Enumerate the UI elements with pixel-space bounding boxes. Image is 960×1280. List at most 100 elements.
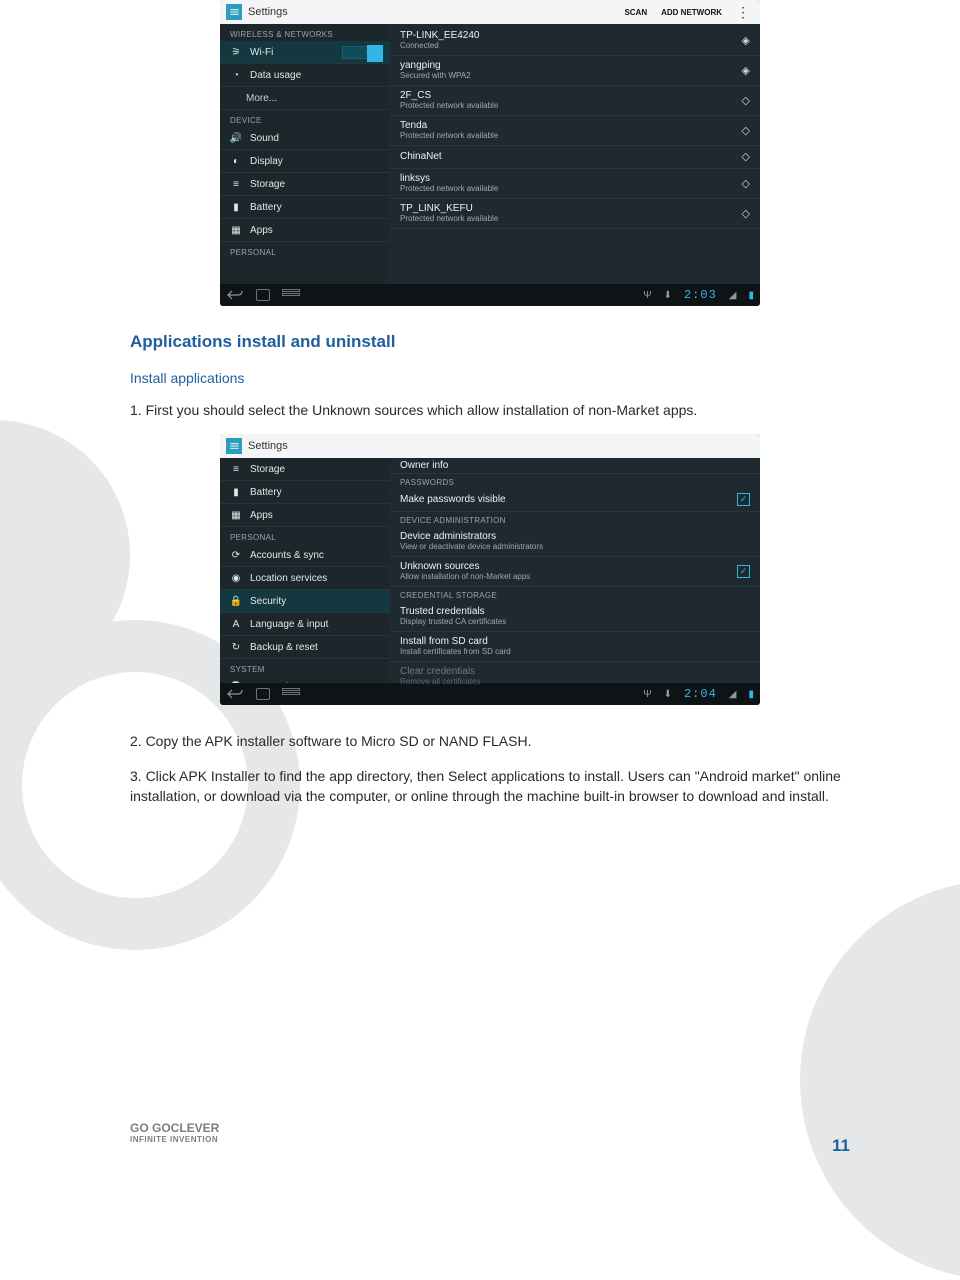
sidebar-item-label: Storage <box>250 464 285 475</box>
sidebar-item-accounts[interactable]: ⟳Accounts & sync <box>220 544 390 567</box>
sidebar-item-display[interactable]: ◐ Display <box>220 150 390 173</box>
wifi-signal-lock-icon: ◇ <box>742 124 750 137</box>
recent-apps-button[interactable] <box>282 688 300 700</box>
sidebar-item-label: More... <box>246 93 277 104</box>
usb-status-icon: Ψ <box>643 689 651 700</box>
battery-icon: ▮ <box>230 202 242 213</box>
sidebar-item-label: Battery <box>250 487 282 498</box>
battery-icon: ▮ <box>230 487 242 498</box>
add-network-button[interactable]: ADD NETWORK <box>657 8 726 17</box>
sidebar-item-location[interactable]: ◉ Location services <box>220 567 390 590</box>
android-navbar: Ψ ⬇ 2:03 ◢ ▮ <box>220 284 760 306</box>
sidebar-item-apps[interactable]: ▦Apps <box>220 219 390 242</box>
sidebar-item-wifi[interactable]: ⚞ Wi-Fi ON <box>220 41 390 64</box>
doc-subheading: Install applications <box>130 370 850 386</box>
setting-row-trusted-cred[interactable]: Trusted credentialsDisplay trusted CA ce… <box>390 602 760 632</box>
sync-icon: ⟳ <box>230 550 242 561</box>
setting-row-owner-info[interactable]: Owner info <box>390 460 760 474</box>
sidebar-item-language[interactable]: A Language & input <box>220 613 390 636</box>
back-button[interactable] <box>226 688 244 700</box>
wifi-network-row[interactable]: TP_LINK_KEFUProtected network available◇ <box>390 199 760 229</box>
sidebar-item-label: Wi-Fi <box>250 47 273 58</box>
sidebar-item-storage[interactable]: ≡Storage <box>220 458 390 481</box>
keyboard-icon: A <box>230 619 242 630</box>
wifi-signal-lock-icon: ◈ <box>742 64 750 77</box>
recent-apps-button[interactable] <box>282 289 300 301</box>
sidebar-item-storage[interactable]: ≡Storage <box>220 173 390 196</box>
sidebar-category: WIRELESS & NETWORKS <box>220 24 390 41</box>
wifi-network-row[interactable]: ChinaNet◇ <box>390 146 760 169</box>
settings-app-icon <box>226 438 242 454</box>
setting-row-install-sd[interactable]: Install from SD cardInstall certificates… <box>390 632 760 662</box>
doc-paragraph: 3. Click APK Installer to find the app d… <box>130 766 850 807</box>
battery-status-icon: ▮ <box>748 689 754 700</box>
sidebar-item-label: Data usage <box>250 70 301 81</box>
doc-paragraph: 1. First you should select the Unknown s… <box>130 400 850 420</box>
navbar-clock: 2:04 <box>684 687 717 701</box>
navbar-clock: 2:03 <box>684 288 717 302</box>
checkbox-checked-icon[interactable]: ✓ <box>737 565 750 578</box>
wifi-signal-icon: ◈ <box>742 34 750 47</box>
sidebar-item-data-usage[interactable]: ◔ Data usage <box>220 64 390 87</box>
sidebar-category: DEVICE <box>220 110 390 127</box>
settings-sidebar: WIRELESS & NETWORKS ⚞ Wi-Fi ON ◔ Data usa… <box>220 24 390 284</box>
wifi-network-row[interactable]: TP-LINK_EE4240Connected◈ <box>390 26 760 56</box>
sidebar-item-label: Language & input <box>250 619 328 630</box>
wifi-toggle[interactable]: ON <box>342 46 382 59</box>
wifi-network-row[interactable]: linksysProtected network available◇ <box>390 169 760 199</box>
scan-button[interactable]: SCAN <box>620 8 651 17</box>
sidebar-category: PERSONAL <box>220 527 390 544</box>
setting-row-unknown-sources[interactable]: Unknown sourcesAllow installation of non… <box>390 557 760 587</box>
display-icon: ◐ <box>230 156 242 167</box>
wifi-signal-lock-icon: ◇ <box>742 94 750 107</box>
wifi-signal-icon: ◇ <box>742 150 750 163</box>
app-title: Settings <box>248 6 288 18</box>
home-button[interactable] <box>256 688 270 700</box>
wifi-icon: ⚞ <box>230 47 242 58</box>
checkbox-checked-icon[interactable]: ✓ <box>737 493 750 506</box>
settings-category: DEVICE ADMINISTRATION <box>390 512 760 527</box>
doc-paragraph: 2. Copy the APK installer software to Mi… <box>130 731 850 751</box>
security-settings-panel: Owner info PASSWORDS Make passwords visi… <box>390 458 760 683</box>
sidebar-item-battery[interactable]: ▮ Battery <box>220 481 390 504</box>
setting-row-password-visible[interactable]: Make passwords visible✓ <box>390 489 760 512</box>
doc-heading: Applications install and uninstall <box>130 332 850 352</box>
sidebar-item-more[interactable]: More... <box>220 87 390 110</box>
back-button[interactable] <box>226 289 244 301</box>
settings-app-icon <box>226 4 242 20</box>
wifi-network-list: TP-LINK_EE4240Connected◈ yangpingSecured… <box>390 24 760 284</box>
download-status-icon: ⬇ <box>664 689 672 700</box>
home-button[interactable] <box>256 289 270 301</box>
download-status-icon: ⬇ <box>664 290 672 301</box>
apps-icon: ▦ <box>230 225 242 236</box>
location-icon: ◉ <box>230 573 242 584</box>
settings-sidebar: ≡Storage ▮ Battery ▦Apps PERSONAL ⟳Accoun… <box>220 458 390 683</box>
wifi-network-row[interactable]: 2F_CSProtected network available◇ <box>390 86 760 116</box>
sidebar-item-backup[interactable]: ↻ Backup & reset <box>220 636 390 659</box>
app-title: Settings <box>248 440 288 452</box>
battery-status-icon: ▮ <box>748 290 754 301</box>
sidebar-item-security[interactable]: 🔒Security <box>220 590 390 613</box>
sidebar-item-label: Security <box>250 596 286 607</box>
wifi-status-icon: ◢ <box>729 290 737 301</box>
sidebar-item-date-time[interactable]: 🕐Date & time <box>220 676 390 683</box>
sidebar-item-sound[interactable]: 🔊Sound <box>220 127 390 150</box>
wifi-network-row[interactable]: yangpingSecured with WPA2◈ <box>390 56 760 86</box>
data-usage-icon: ◔ <box>230 70 242 81</box>
backup-icon: ↻ <box>230 642 242 653</box>
sidebar-item-label: Date & time <box>250 682 302 684</box>
sidebar-item-label: Storage <box>250 179 285 190</box>
sidebar-item-label: Display <box>250 156 283 167</box>
wifi-signal-lock-icon: ◇ <box>742 177 750 190</box>
sidebar-item-label: Sound <box>250 133 279 144</box>
android-topbar: Settings SCAN ADD NETWORK ⋮ <box>220 0 760 24</box>
sidebar-item-battery[interactable]: ▮Battery <box>220 196 390 219</box>
overflow-menu-icon[interactable]: ⋮ <box>732 4 754 21</box>
wifi-network-row[interactable]: TendaProtected network available◇ <box>390 116 760 146</box>
sidebar-item-label: Location services <box>250 573 327 584</box>
usb-status-icon: Ψ <box>643 290 651 301</box>
sidebar-item-apps[interactable]: ▦Apps <box>220 504 390 527</box>
sidebar-category: SYSTEM <box>220 659 390 676</box>
sidebar-item-label: Backup & reset <box>250 642 318 653</box>
setting-row-device-admin[interactable]: Device administratorsView or deactivate … <box>390 527 760 557</box>
